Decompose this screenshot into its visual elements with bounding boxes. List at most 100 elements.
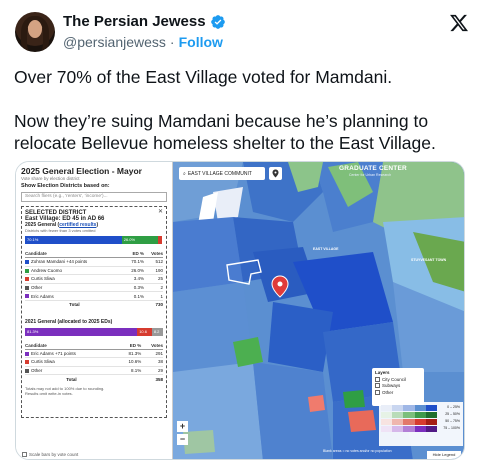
table-cell: Curtis Sliwa [25, 274, 124, 284]
legend-swatch [414, 419, 426, 425]
zoom-in-button[interactable]: + [177, 421, 188, 432]
checkbox-icon[interactable] [375, 389, 380, 395]
handle[interactable]: @persianjewess [63, 34, 166, 50]
search-icon: ⌕ [183, 170, 186, 177]
table-cell: 38 [141, 357, 163, 367]
candidate-swatch [25, 351, 29, 356]
x-logo-icon[interactable] [449, 13, 469, 33]
legend-swatch [392, 419, 404, 425]
table-cell [124, 300, 144, 308]
map-label-east-village: EAST VILLAGE [313, 247, 339, 251]
table-row: Andrew Cuomo 26.0% 190 [25, 266, 163, 276]
table-row: Curtis Sliwa 10.6% 38 [25, 357, 163, 367]
election-map[interactable]: EAST VILLAGE STUYVESANT TOWN ⌕ EAST VILL… [173, 162, 464, 459]
table-cell: 26.0% [123, 266, 145, 276]
checkbox-icon[interactable] [22, 452, 27, 457]
legend-swatch [381, 426, 393, 432]
table-row: Zohran Mamdani +44 points 70.1% 512 [25, 257, 163, 267]
author-name-row: The Persian Jewess [63, 13, 226, 30]
scale-bars-toggle[interactable]: Scale bars by vote count [22, 452, 78, 457]
table-cell [118, 375, 141, 383]
map-search-value: EAST VILLAGE COMMUNIT [187, 170, 252, 177]
legend-swatch [392, 405, 404, 411]
table-cell: Andrew Cuomo [25, 266, 124, 276]
table-cell: Other [25, 366, 118, 376]
panel-title: 2025 General Election - Mayor [21, 166, 142, 176]
results-panel: 2025 General Election - Mayor Vote share… [16, 162, 173, 459]
display-name[interactable]: The Persian Jewess [63, 13, 206, 30]
map-note: Blank areas = no votes and/or no populat… [323, 449, 392, 453]
table-cell: 2 [144, 283, 163, 293]
total-row: Total 358 [25, 375, 163, 383]
column-header: Candidate [25, 341, 118, 350]
layer-toggle-city-council[interactable]: City Council [375, 376, 421, 382]
table-cell: Total [66, 376, 77, 382]
table-cell: 358 [155, 376, 163, 382]
table-cell: Eric Adams +71 points [25, 349, 118, 359]
column-header: Candidate [25, 250, 124, 258]
table-cell: 190 [144, 266, 163, 276]
handle-row: @persianjewess · Follow [63, 34, 223, 50]
layer-toggle-other[interactable]: Other [375, 389, 421, 395]
table-cell: 70.1% [123, 257, 145, 267]
column-header: ED % [117, 341, 142, 350]
map-label-stuyvesant: STUYVESANT TOWN [411, 258, 447, 262]
avatar-face [28, 20, 42, 38]
table-row: Other 8.1% 29 [25, 366, 163, 376]
legend-swatch [403, 426, 415, 432]
bar-segment: 8.2 [151, 327, 163, 336]
table-cell: 512 [144, 257, 163, 267]
legend-swatch [414, 426, 426, 432]
vote-share-bar-2025: 70.1% 26.0% [25, 236, 163, 244]
map-search-input[interactable]: ⌕ EAST VILLAGE COMMUNIT [179, 167, 265, 180]
column-header: Votes [141, 341, 163, 350]
bar-segment: 10.6 [137, 327, 152, 336]
candidate-swatch [25, 277, 29, 282]
map-legend: 0 – 25% 25 – 50% 50 – 75% 75 – 100% [379, 402, 463, 446]
table-cell: 0.3% [123, 283, 145, 293]
separator-dot: · [169, 34, 175, 50]
candidate-swatch [25, 268, 29, 273]
legend-label: 50 – 75% [445, 419, 460, 423]
panel-subtitle: Vote share by election district [21, 176, 80, 181]
legend-swatch [403, 419, 415, 425]
tweet-media-image[interactable]: 2025 General Election - Mayor Vote share… [15, 161, 465, 460]
legend-label: 25 – 50% [445, 412, 460, 416]
legend-swatch [425, 426, 438, 432]
filter-search-input[interactable]: Search fliers (e.g., 'renters', 'income'… [21, 192, 167, 202]
legend-row [381, 412, 438, 418]
avatar[interactable] [15, 12, 55, 52]
checkbox-icon[interactable] [375, 383, 380, 388]
legend-swatch [414, 412, 426, 418]
bar-segment: 26.0% [121, 236, 158, 244]
scale-bars-label: Scale bars by vote count [29, 452, 79, 457]
table-cell: Eric Adams [25, 291, 124, 301]
bar-segment: 70.1% [25, 236, 122, 244]
tweet-text-line2: Now they’re suing Mamdani because he’s p… [14, 111, 436, 153]
candidate-swatch [25, 260, 29, 265]
locate-button[interactable] [269, 167, 282, 180]
checkbox-icon[interactable] [375, 376, 380, 382]
table-cell: 29 [141, 366, 163, 376]
candidate-swatch [25, 368, 29, 373]
brand-subtitle: Center for Urban Research [349, 173, 392, 177]
vote-share-bar-2021: 81.3% 10.6 8.2 [25, 327, 163, 336]
table-cell: Curtis Sliwa [25, 357, 118, 367]
legend-swatch [381, 419, 393, 425]
legend-swatch [425, 419, 438, 425]
close-icon[interactable]: ✕ [158, 208, 163, 215]
legend-swatch [381, 405, 393, 411]
hide-legend-button[interactable]: Hide Legend [427, 451, 461, 459]
brand-logo: GRADUATE CENTER [339, 165, 407, 172]
zoom-out-button[interactable]: − [177, 434, 188, 445]
follow-button[interactable]: Follow [179, 34, 223, 50]
legend-row [381, 426, 438, 432]
layers-control: Layers City Council Subways Other [372, 368, 424, 406]
legend-row [381, 419, 438, 425]
legend-swatch [425, 412, 438, 418]
candidate-swatch [25, 285, 29, 290]
selected-district-box: ✕ SELECTED DISTRICT East Village: ED 45 … [21, 206, 167, 418]
layer-toggle-subways[interactable]: Subways [375, 383, 421, 388]
legend-swatch [381, 412, 393, 418]
table-cell: Other [25, 283, 124, 293]
